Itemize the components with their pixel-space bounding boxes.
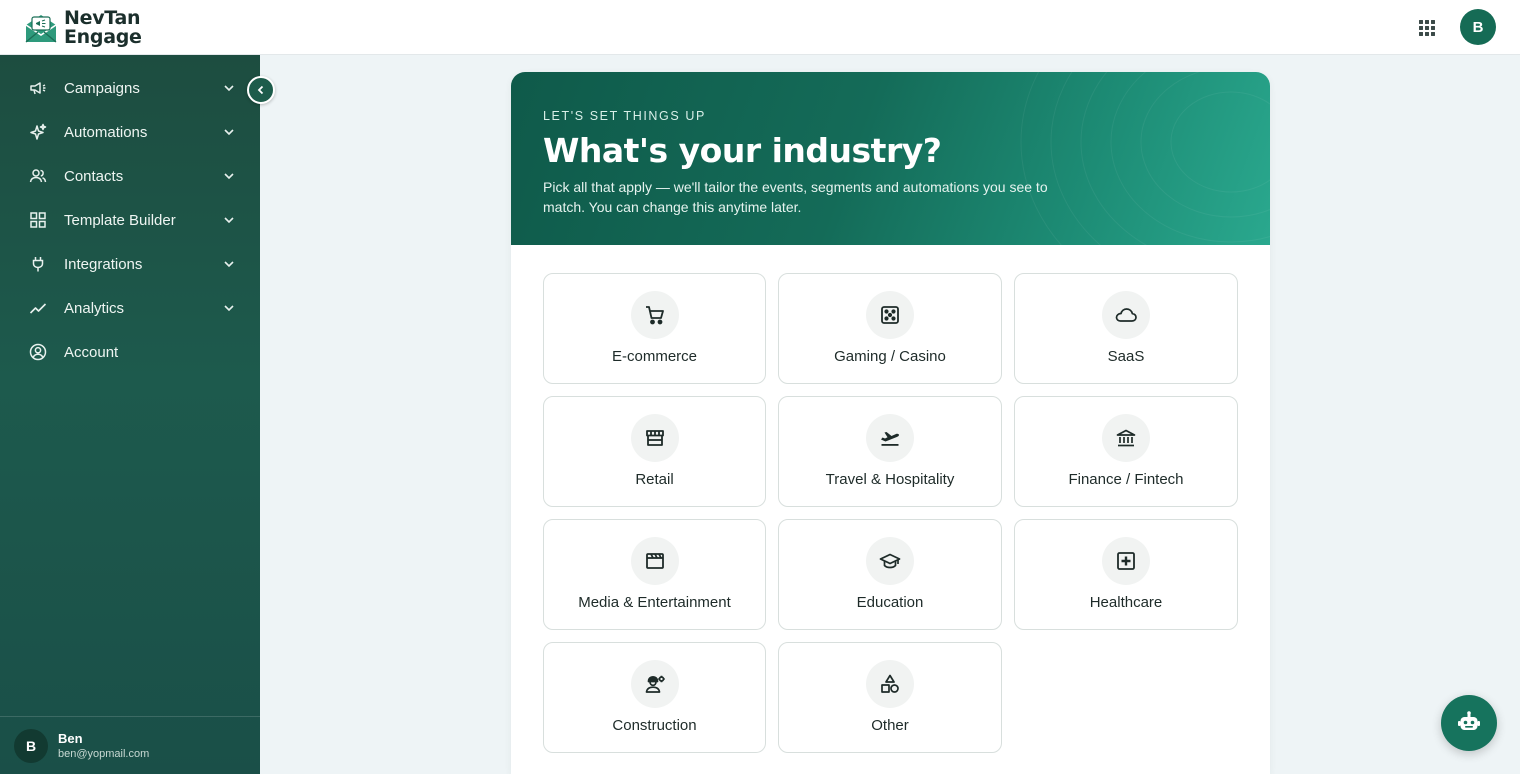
apps-grid-icon[interactable] xyxy=(1413,14,1439,40)
dice-icon xyxy=(866,291,914,339)
page-subtitle: Pick all that apply — we'll tailor the e… xyxy=(543,179,1048,215)
chevron-down-icon xyxy=(224,261,234,268)
industry-label: Education xyxy=(856,594,924,611)
chevron-down-icon xyxy=(224,217,234,224)
sidebar-user-profile[interactable]: B Ben ben@yopmail.com xyxy=(0,716,260,774)
logo[interactable]: NevTan Engage xyxy=(24,9,142,47)
plug-icon xyxy=(28,254,48,274)
graduation-cap-icon xyxy=(866,537,914,585)
user-circle-icon xyxy=(28,342,48,362)
plane-icon xyxy=(866,414,914,462)
sidebar-item-account[interactable]: Account xyxy=(0,330,260,374)
industry-label: Other xyxy=(871,717,909,734)
chevron-down-icon xyxy=(224,173,234,180)
industry-label: Healthcare xyxy=(1089,594,1163,611)
sidebar-item-label: Analytics xyxy=(64,299,125,317)
industry-option-retail[interactable]: Retail xyxy=(543,396,766,507)
sidebar-item-campaigns[interactable]: Campaigns xyxy=(0,66,260,110)
industry-option-travel[interactable]: Travel & Hospitality xyxy=(778,396,1002,507)
grid-icon xyxy=(28,210,48,230)
medical-cross-icon xyxy=(1102,537,1150,585)
user-avatar-button[interactable]: B xyxy=(1460,9,1496,45)
sidebar-item-label: Campaigns xyxy=(64,79,140,97)
cloud-icon xyxy=(1102,291,1150,339)
industry-option-other[interactable]: Other xyxy=(778,642,1002,753)
sidebar-item-label: Automations xyxy=(64,123,148,141)
cart-icon xyxy=(630,291,679,339)
chevron-left-icon xyxy=(257,85,264,95)
worker-icon xyxy=(630,660,679,708)
sidebar-item-analytics[interactable]: Analytics xyxy=(0,286,260,330)
industry-option-education[interactable]: Education xyxy=(778,519,1002,630)
chevron-down-icon xyxy=(224,305,234,312)
sidebar-item-label: Contacts xyxy=(64,167,124,185)
megaphone-icon xyxy=(28,78,48,98)
shapes-icon xyxy=(866,660,914,708)
industry-option-construction[interactable]: Construction xyxy=(543,642,766,753)
industry-label: Media & Entertainment xyxy=(578,594,731,611)
sidebar-item-contacts[interactable]: Contacts xyxy=(0,154,260,198)
sidebar-nav: Campaigns Automations Contacts Template … xyxy=(0,66,260,374)
industry-setup-card: LET'S SET THINGS UP What's your industry… xyxy=(511,72,1270,774)
sidebar-item-template-builder[interactable]: Template Builder xyxy=(0,198,260,242)
sidebar: Campaigns Automations Contacts Template … xyxy=(0,55,260,774)
clapperboard-icon xyxy=(630,537,679,585)
industry-option-saas[interactable]: SaaS xyxy=(1014,273,1238,384)
sidebar-item-automations[interactable]: Automations xyxy=(0,110,260,154)
store-icon xyxy=(630,414,679,462)
industry-option-healthcare[interactable]: Healthcare xyxy=(1014,519,1238,630)
industry-label: Finance / Fintech xyxy=(1068,471,1184,488)
industry-label: Retail xyxy=(635,471,674,488)
logo-envelope-icon xyxy=(25,15,57,43)
collapse-sidebar-button[interactable] xyxy=(247,76,275,104)
setup-header: LET'S SET THINGS UP What's your industry… xyxy=(511,72,1270,245)
industry-option-media[interactable]: Media & Entertainment xyxy=(543,519,766,630)
industry-grid: E-commerce Gaming / Casino SaaS Retail T… xyxy=(543,273,1238,753)
sidebar-item-integrations[interactable]: Integrations xyxy=(0,242,260,286)
top-bar: NevTan Engage B xyxy=(0,0,1520,55)
avatar: B xyxy=(14,729,48,763)
chatbot-button[interactable] xyxy=(1441,695,1497,751)
industry-label: SaaS xyxy=(1107,348,1145,365)
industry-option-finance[interactable]: Finance / Fintech xyxy=(1014,396,1238,507)
trend-icon xyxy=(28,298,48,318)
industry-label: Travel & Hospitality xyxy=(825,471,955,488)
users-icon xyxy=(28,166,48,186)
user-name: Ben xyxy=(58,731,83,746)
setup-eyebrow: LET'S SET THINGS UP xyxy=(543,109,706,123)
sidebar-item-label: Template Builder xyxy=(64,211,176,229)
industry-option-ecommerce[interactable]: E-commerce xyxy=(543,273,766,384)
sidebar-item-label: Account xyxy=(64,343,119,361)
page-title: What's your industry? xyxy=(543,131,942,170)
chevron-down-icon xyxy=(224,129,234,136)
user-email: ben@yopmail.com xyxy=(58,748,150,760)
sidebar-item-label: Integrations xyxy=(64,255,143,273)
industry-option-gaming[interactable]: Gaming / Casino xyxy=(778,273,1002,384)
sparkles-icon xyxy=(28,122,48,142)
industry-label: E-commerce xyxy=(611,348,697,365)
chevron-down-icon xyxy=(224,85,234,92)
industry-label: Construction xyxy=(612,717,697,734)
industry-label: Gaming / Casino xyxy=(834,348,946,365)
logo-text-line2: Engage xyxy=(64,26,142,48)
robot-icon xyxy=(1458,711,1480,730)
bank-icon xyxy=(1102,414,1150,462)
